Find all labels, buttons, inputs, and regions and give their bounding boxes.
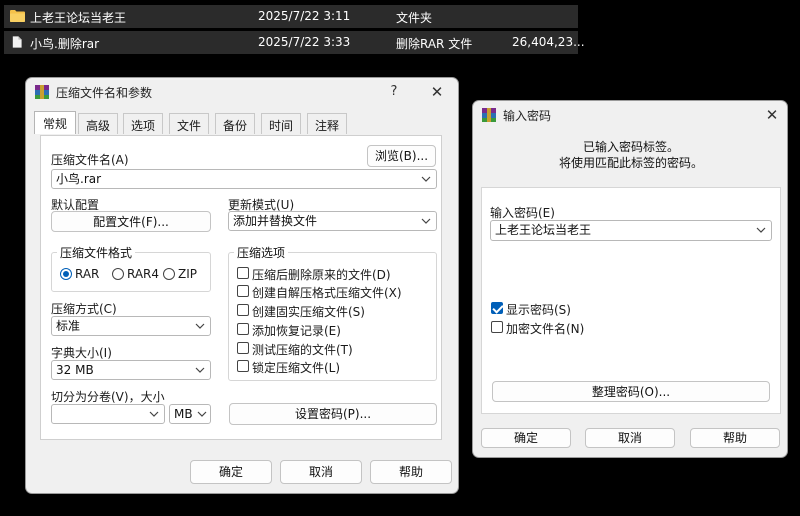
archive-name-input[interactable]: 小鸟.rar [51,169,437,189]
folder-icon [10,10,25,22]
lock-label[interactable]: 锁定压缩文件(L) [252,359,340,376]
browse-button[interactable]: 浏览(B)... [367,145,436,167]
dialog-title: 输入密码 [503,109,552,123]
help-button[interactable]: 帮助 [370,460,452,484]
set-password-button[interactable]: 设置密码(P)... [229,403,437,425]
password-value: 上老王论坛当老王 [495,223,592,237]
general-panel: 压缩文件名(A) 浏览(B)... 小鸟.rar 默认配置 配置文件(F)...… [40,135,442,440]
format-zip-radio[interactable] [163,268,175,280]
method-select[interactable]: 标准 [51,316,211,336]
method-label: 压缩方式(C) [51,302,117,316]
archive-dialog-titlebar[interactable]: 压缩文件名和参数 ? ✕ [26,78,458,106]
chevron-down-icon[interactable] [421,174,431,184]
tab-general[interactable]: 常规 [34,111,76,134]
format-zip-label[interactable]: ZIP [178,267,197,281]
lock-checkbox[interactable] [237,360,249,372]
winrar-icon [482,108,496,122]
file-type: 删除RAR 文件 [396,37,473,51]
message-line-1: 已输入密码标签。 [582,140,679,154]
file-row-folder[interactable]: 上老王论坛当老王 2025/7/22 3:11 文件夹 [4,5,578,28]
solid-label[interactable]: 创建固实压缩文件(S) [252,303,365,320]
archive-dialog: 压缩文件名和参数 ? ✕ 常规 高级 选项 文件 备份 时间 注释 压缩文件名(… [25,77,459,494]
split-unit-select[interactable]: MB [169,404,211,424]
dict-select[interactable]: 32 MB [51,360,211,380]
chevron-down-icon[interactable] [197,409,207,419]
archive-name-value: 小鸟.rar [56,172,102,186]
update-mode-select[interactable]: 添加并替换文件 [228,211,437,231]
document-icon [12,36,22,48]
encrypt-names-label[interactable]: 加密文件名(N) [506,320,584,337]
tab-files[interactable]: 文件 [169,113,209,134]
format-rar-label[interactable]: RAR [75,267,99,281]
cancel-button[interactable]: 取消 [585,428,675,448]
password-dialog-titlebar[interactable]: 输入密码 ✕ [473,101,787,129]
solid-checkbox[interactable] [237,304,249,316]
format-rar4-radio[interactable] [112,268,124,280]
update-mode-value: 添加并替换文件 [233,214,318,228]
password-panel: 输入密码(E) 上老王论坛当老王 显示密码(S) 加密文件名(N) 整理密码(O… [481,187,781,414]
dict-label: 字典大小(I) [51,346,112,360]
ok-button[interactable]: 确定 [481,428,571,448]
chevron-down-icon[interactable] [756,225,766,235]
file-name: 小鸟.删除rar [30,37,100,51]
winrar-icon [35,85,49,99]
format-group-title: 压缩文件格式 [57,244,136,261]
file-row-rar[interactable]: 小鸟.删除rar 2025/7/22 3:33 删除RAR 文件 26,404,… [4,31,585,54]
close-icon[interactable]: ✕ [761,105,783,125]
split-size-input[interactable] [51,404,165,424]
close-icon[interactable]: ✕ [426,82,448,102]
format-group: 压缩文件格式 RAR RAR4 ZIP [51,244,211,292]
method-value: 标准 [56,319,81,333]
message-line-2: 将使用匹配此标签的密码。 [558,156,703,170]
help-button[interactable]: 帮助 [690,428,780,448]
cancel-button[interactable]: 取消 [280,460,362,484]
recovery-label[interactable]: 添加恢复记录(E) [252,322,341,339]
file-date: 2025/7/22 3:11 [258,9,351,23]
chevron-down-icon[interactable] [149,409,159,419]
file-type: 文件夹 [396,11,433,25]
password-input[interactable]: 上老王论坛当老王 [490,220,772,241]
sfx-checkbox[interactable] [237,285,249,297]
file-date: 2025/7/22 3:33 [258,35,351,49]
file-size: 26,404,23... [512,35,585,49]
tab-options[interactable]: 选项 [123,113,163,134]
profiles-button[interactable]: 配置文件(F)... [51,211,211,232]
format-rar4-label[interactable]: RAR4 [127,267,159,281]
dialog-title: 压缩文件名和参数 [56,86,153,100]
chevron-down-icon[interactable] [195,321,205,331]
chevron-down-icon[interactable] [195,365,205,375]
options-group-title: 压缩选项 [234,244,289,261]
help-icon[interactable]: ? [384,82,404,102]
test-checkbox[interactable] [237,342,249,354]
format-rar-radio[interactable] [60,268,72,280]
encrypt-names-checkbox[interactable] [491,321,503,333]
ok-button[interactable]: 确定 [190,460,272,484]
dict-value: 32 MB [56,363,94,377]
organize-passwords-button[interactable]: 整理密码(O)... [492,381,770,402]
password-dialog: 输入密码 ✕ 已输入密码标签。 将使用匹配此标签的密码。 输入密码(E) 上老王… [472,100,788,458]
options-group: 压缩选项 压缩后删除原来的文件(D) 创建自解压格式压缩文件(X) 创建固实压缩… [228,244,437,381]
delete-after-checkbox[interactable] [237,267,249,279]
show-password-checkbox[interactable] [491,302,503,314]
delete-after-label[interactable]: 压缩后删除原来的文件(D) [252,266,391,283]
password-message: 已输入密码标签。 将使用匹配此标签的密码。 [473,139,787,171]
show-password-label[interactable]: 显示密码(S) [506,301,571,318]
split-label: 切分为分卷(V)，大小 [51,390,165,404]
sfx-label[interactable]: 创建自解压格式压缩文件(X) [252,284,402,301]
tab-time[interactable]: 时间 [261,113,301,134]
test-label[interactable]: 测试压缩的文件(T) [252,341,353,358]
recovery-checkbox[interactable] [237,323,249,335]
password-label: 输入密码(E) [490,206,555,220]
tab-backup[interactable]: 备份 [215,113,255,134]
tab-advanced[interactable]: 高级 [78,113,118,134]
file-name: 上老王论坛当老王 [30,11,127,25]
tab-comment[interactable]: 注释 [307,113,347,134]
chevron-down-icon[interactable] [421,216,431,226]
archive-name-label: 压缩文件名(A) [51,153,129,167]
split-unit-value: MB [174,407,193,421]
